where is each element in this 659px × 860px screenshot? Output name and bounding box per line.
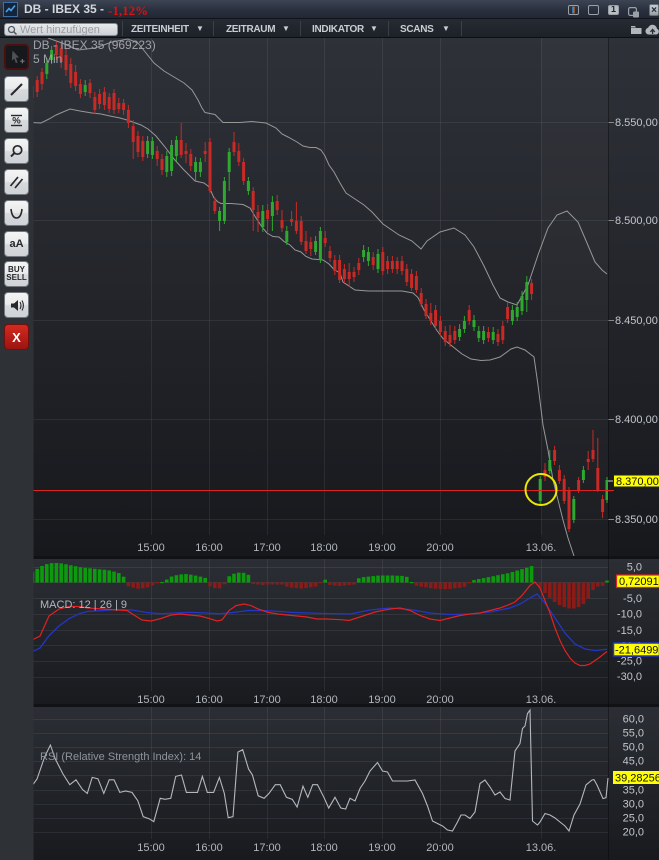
svg-text:8.550,00: 8.550,00 [615, 117, 658, 129]
svg-text:-21,64999: -21,64999 [615, 645, 659, 657]
svg-text:5 Min: 5 Min [33, 52, 62, 66]
svg-text:8.350,00: 8.350,00 [615, 514, 658, 526]
svg-text:-30,0: -30,0 [617, 671, 642, 683]
svg-text:35,0: 35,0 [623, 785, 644, 797]
svg-text:17:00: 17:00 [253, 842, 281, 854]
svg-text:8.400,00: 8.400,00 [615, 414, 658, 426]
svg-text:30,0: 30,0 [623, 799, 644, 811]
svg-text:55,0: 55,0 [623, 728, 644, 740]
svg-text:15:00: 15:00 [137, 694, 165, 706]
svg-text:15:00: 15:00 [137, 842, 165, 854]
svg-text:-25,0: -25,0 [617, 656, 642, 668]
svg-text:19:00: 19:00 [368, 694, 396, 706]
svg-text:13.06.: 13.06. [526, 694, 557, 706]
svg-text:19:00: 19:00 [368, 542, 396, 554]
svg-text:8.450,00: 8.450,00 [615, 315, 658, 327]
svg-text:19:00: 19:00 [368, 842, 396, 854]
svg-text:17:00: 17:00 [253, 542, 281, 554]
svg-text:20:00: 20:00 [426, 694, 454, 706]
svg-text:16:00: 16:00 [195, 842, 223, 854]
svg-text:13.06.: 13.06. [526, 542, 557, 554]
svg-text:RSI (Relative Strength Index):: RSI (Relative Strength Index): 14 [40, 751, 201, 763]
svg-text:18:00: 18:00 [310, 694, 338, 706]
svg-text:17:00: 17:00 [253, 694, 281, 706]
svg-text:15:00: 15:00 [137, 542, 165, 554]
svg-text:50,0: 50,0 [623, 742, 644, 754]
svg-text:%: % [12, 115, 21, 126]
svg-text:20,0: 20,0 [623, 827, 644, 839]
svg-text:18:00: 18:00 [310, 542, 338, 554]
svg-text:18:00: 18:00 [310, 842, 338, 854]
svg-text:25,0: 25,0 [623, 813, 644, 825]
svg-text:16:00: 16:00 [195, 542, 223, 554]
svg-text:60,0: 60,0 [623, 714, 644, 726]
svg-text:-15,0: -15,0 [617, 625, 642, 637]
svg-text:5,0: 5,0 [627, 562, 642, 574]
svg-text:DB - IBEX 35 (969223): DB - IBEX 35 (969223) [33, 38, 156, 52]
svg-text:20:00: 20:00 [426, 842, 454, 854]
svg-text:MACD: 12 | 26 | 9: MACD: 12 | 26 | 9 [40, 599, 127, 611]
svg-text:45,0: 45,0 [623, 756, 644, 768]
svg-text:39,28256: 39,28256 [615, 773, 659, 785]
svg-text:20:00: 20:00 [426, 542, 454, 554]
svg-text:-5,0: -5,0 [623, 593, 642, 605]
svg-text:16:00: 16:00 [195, 694, 223, 706]
svg-text:-10,0: -10,0 [617, 609, 642, 621]
svg-text:13.06.: 13.06. [526, 842, 557, 854]
svg-text:0,72091: 0,72091 [619, 576, 659, 588]
svg-text:8.370,00: 8.370,00 [616, 476, 659, 488]
svg-text:8.500,00: 8.500,00 [615, 215, 658, 227]
